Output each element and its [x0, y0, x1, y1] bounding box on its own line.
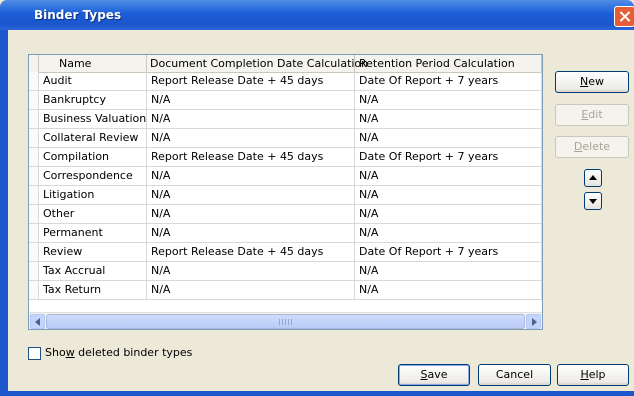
cell-completion-date[interactable]: N/A: [147, 167, 355, 185]
cell-retention-period[interactable]: N/A: [355, 91, 542, 109]
move-down-arrow-icon[interactable]: [584, 192, 602, 210]
cell-completion-date[interactable]: N/A: [147, 91, 355, 109]
cell-name[interactable]: Correspondence: [39, 167, 147, 185]
cell-retention-period[interactable]: Date Of Report + 7 years: [355, 72, 542, 90]
row-selector[interactable]: [29, 148, 39, 166]
cell-name[interactable]: Other: [39, 205, 147, 223]
row-selector[interactable]: [29, 224, 39, 242]
new-button[interactable]: New: [555, 71, 629, 93]
table-row[interactable]: Correspondence N/A N/A: [29, 167, 542, 186]
grid-rows: Audit Report Release Date + 45 days Date O…: [29, 72, 542, 300]
title-bar: Binder Types: [0, 0, 634, 30]
cell-completion-date[interactable]: N/A: [147, 186, 355, 204]
scroll-right-arrow-icon[interactable]: [526, 314, 541, 329]
cell-retention-period[interactable]: N/A: [355, 281, 542, 299]
table-row[interactable]: Tax Return N/A N/A: [29, 281, 542, 300]
cell-retention-period[interactable]: N/A: [355, 186, 542, 204]
cell-retention-period[interactable]: Date Of Report + 7 years: [355, 243, 542, 261]
delete-button[interactable]: Delete: [555, 136, 629, 158]
cell-completion-date[interactable]: N/A: [147, 262, 355, 280]
down-triangle: [589, 199, 597, 204]
cell-completion-date[interactable]: Report Release Date + 45 days: [147, 243, 355, 261]
window-frame-left: [0, 30, 8, 396]
move-up-arrow-icon[interactable]: [584, 169, 602, 187]
header-row-selector: [29, 55, 39, 72]
table-row[interactable]: Review Report Release Date + 45 days Date …: [29, 243, 542, 262]
binder-types-dialog: Binder Types Name Document Completion Da…: [0, 0, 634, 396]
help-button[interactable]: Help: [557, 364, 629, 386]
cell-completion-date[interactable]: N/A: [147, 110, 355, 128]
cell-completion-date[interactable]: Report Release Date + 45 days: [147, 72, 355, 90]
cell-retention-period[interactable]: N/A: [355, 110, 542, 128]
row-selector[interactable]: [29, 281, 39, 299]
cell-name[interactable]: Collateral Review: [39, 129, 147, 147]
show-deleted-checkbox[interactable]: [28, 347, 41, 360]
table-row[interactable]: Bankruptcy N/A N/A: [29, 91, 542, 110]
cancel-button[interactable]: Cancel: [478, 364, 551, 386]
row-selector[interactable]: [29, 110, 39, 128]
table-row[interactable]: Audit Report Release Date + 45 days Date O…: [29, 72, 542, 91]
scroll-left-arrow-icon[interactable]: [30, 314, 45, 329]
cell-name[interactable]: Tax Accrual: [39, 262, 147, 280]
cell-name[interactable]: Audit: [39, 72, 147, 90]
cell-retention-period[interactable]: N/A: [355, 224, 542, 242]
table-row[interactable]: Business Valuation N/A N/A: [29, 110, 542, 129]
row-selector[interactable]: [29, 186, 39, 204]
column-header-completion-date[interactable]: Document Completion Date Calculation: [147, 55, 368, 72]
scrollbar-thumb[interactable]: [46, 314, 525, 329]
table-row[interactable]: Permanent N/A N/A: [29, 224, 542, 243]
show-deleted-label[interactable]: Show deleted binder types: [45, 346, 192, 360]
row-selector[interactable]: [29, 167, 39, 185]
window-title: Binder Types: [34, 8, 122, 22]
cell-completion-date[interactable]: N/A: [147, 281, 355, 299]
row-selector[interactable]: [29, 129, 39, 147]
cell-name[interactable]: Litigation: [39, 186, 147, 204]
table-row[interactable]: Other N/A N/A: [29, 205, 542, 224]
cell-retention-period[interactable]: N/A: [355, 167, 542, 185]
row-selector[interactable]: [29, 243, 39, 261]
binder-types-grid[interactable]: Name Document Completion Date Calculatio…: [28, 54, 543, 330]
row-selector[interactable]: [29, 91, 39, 109]
cell-name[interactable]: Bankruptcy: [39, 91, 147, 109]
scrollbar-grip: [279, 319, 293, 325]
save-button[interactable]: Save: [398, 364, 470, 386]
cell-completion-date[interactable]: Report Release Date + 45 days: [147, 148, 355, 166]
table-row[interactable]: Litigation N/A N/A: [29, 186, 542, 205]
cell-name[interactable]: Tax Return: [39, 281, 147, 299]
window-frame-bottom: [0, 391, 634, 396]
table-row[interactable]: Collateral Review N/A N/A: [29, 129, 542, 148]
cell-completion-date[interactable]: N/A: [147, 224, 355, 242]
horizontal-scrollbar[interactable]: [29, 312, 542, 329]
grid-header: Name Document Completion Date Calculatio…: [29, 55, 542, 73]
cell-name[interactable]: Business Valuation: [39, 110, 147, 128]
cell-name[interactable]: Review: [39, 243, 147, 261]
close-icon[interactable]: [614, 6, 634, 27]
table-row[interactable]: Compilation Report Release Date + 45 days…: [29, 148, 542, 167]
column-header-retention-period[interactable]: Retention Period Calculation: [355, 55, 542, 72]
row-selector[interactable]: [29, 72, 39, 90]
table-row[interactable]: Tax Accrual N/A N/A: [29, 262, 542, 281]
row-selector[interactable]: [29, 262, 39, 280]
edit-button[interactable]: Edit: [555, 104, 629, 126]
cell-name[interactable]: Compilation: [39, 148, 147, 166]
cell-retention-period[interactable]: N/A: [355, 205, 542, 223]
up-triangle: [589, 175, 597, 180]
cell-completion-date[interactable]: N/A: [147, 205, 355, 223]
cell-retention-period[interactable]: N/A: [355, 262, 542, 280]
column-header-name[interactable]: Name: [39, 55, 147, 72]
cell-name[interactable]: Permanent: [39, 224, 147, 242]
cell-retention-period[interactable]: N/A: [355, 129, 542, 147]
cell-completion-date[interactable]: N/A: [147, 129, 355, 147]
row-selector[interactable]: [29, 205, 39, 223]
cell-retention-period[interactable]: Date Of Report + 7 years: [355, 148, 542, 166]
